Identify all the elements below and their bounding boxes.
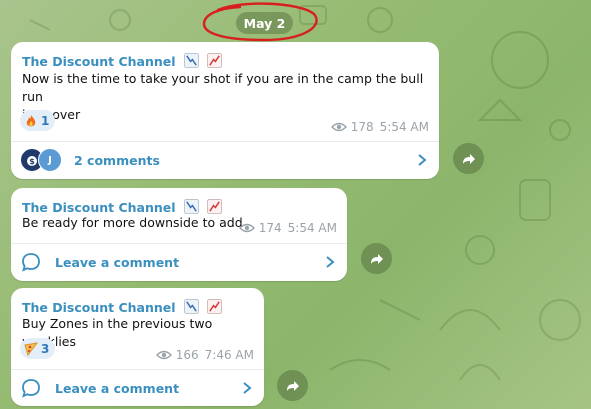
leave-comment-link[interactable]: Leave a comment [55,381,179,396]
message-text: Buy Zones in the previous two weeklies [22,316,213,349]
svg-text:$: $ [29,157,35,166]
channel-name[interactable]: The Discount Channel [22,53,223,69]
eye-icon [330,122,347,132]
message-time: 5:54 AM [287,221,337,235]
message-time: 7:46 AM [204,348,254,362]
chevron-right-icon [418,154,427,166]
share-arrow-icon [462,153,475,164]
comment-bubble-icon [22,379,40,398]
chart-decreasing-icon [183,53,199,68]
comments-link[interactable]: 2 comments [74,153,160,168]
money-bag-icon: $ [27,156,37,166]
message-meta: 178 5:54 AM [330,120,429,134]
channel-name[interactable]: The Discount Channel [22,299,223,315]
commenter-avatar-j: J [38,148,62,172]
forward-button[interactable] [453,143,484,174]
view-count: 166 [175,348,199,362]
view-count: 174 [258,221,282,235]
reaction-fire[interactable]: 1 [20,110,56,131]
fire-icon [26,114,36,126]
message-bubble-1[interactable]: The Discount Channel Now is the time to … [11,42,439,179]
commenter-avatars: $ J [20,148,62,172]
forward-button[interactable] [361,243,392,274]
chart-increasing-icon [207,53,223,68]
message-text: Be ready for more downside to add [22,215,243,230]
chart-increasing-icon [207,299,223,314]
message-time: 5:54 AM [379,120,429,134]
comment-bubble-icon [22,253,40,272]
reaction-count: 1 [41,113,50,128]
comments-row[interactable]: Leave a comment [11,244,347,280]
chevron-right-icon [326,256,335,268]
message-meta: 174 5:54 AM [238,221,337,235]
forward-button[interactable] [277,370,308,401]
comments-row[interactable]: Leave a comment [11,370,264,406]
message-bubble-3[interactable]: The Discount Channel Buy Zones in the pr… [11,288,264,406]
date-chip: May 2 [236,12,293,34]
chart-increasing-icon [207,199,223,214]
channel-name[interactable]: The Discount Channel [22,199,223,215]
comments-row[interactable]: $ J 2 comments [11,142,439,178]
chart-decreasing-icon [183,299,199,314]
reaction-pizza[interactable]: 3 [20,338,56,359]
date-chip-label: May 2 [243,15,286,31]
view-count: 178 [350,120,374,134]
eye-icon [155,350,172,360]
chart-decreasing-icon [183,199,199,214]
message-meta: 166 7:46 AM [155,348,254,362]
message-bubble-2[interactable]: The Discount Channel Be ready for more d… [11,188,347,281]
share-arrow-icon [286,380,299,391]
share-arrow-icon [370,253,383,264]
eye-icon [238,223,255,233]
message-text: Now is the time to take your shot if you… [22,71,424,122]
chevron-right-icon [243,382,252,394]
pizza-icon [24,341,38,356]
leave-comment-link[interactable]: Leave a comment [55,255,179,270]
reaction-count: 3 [41,341,50,356]
